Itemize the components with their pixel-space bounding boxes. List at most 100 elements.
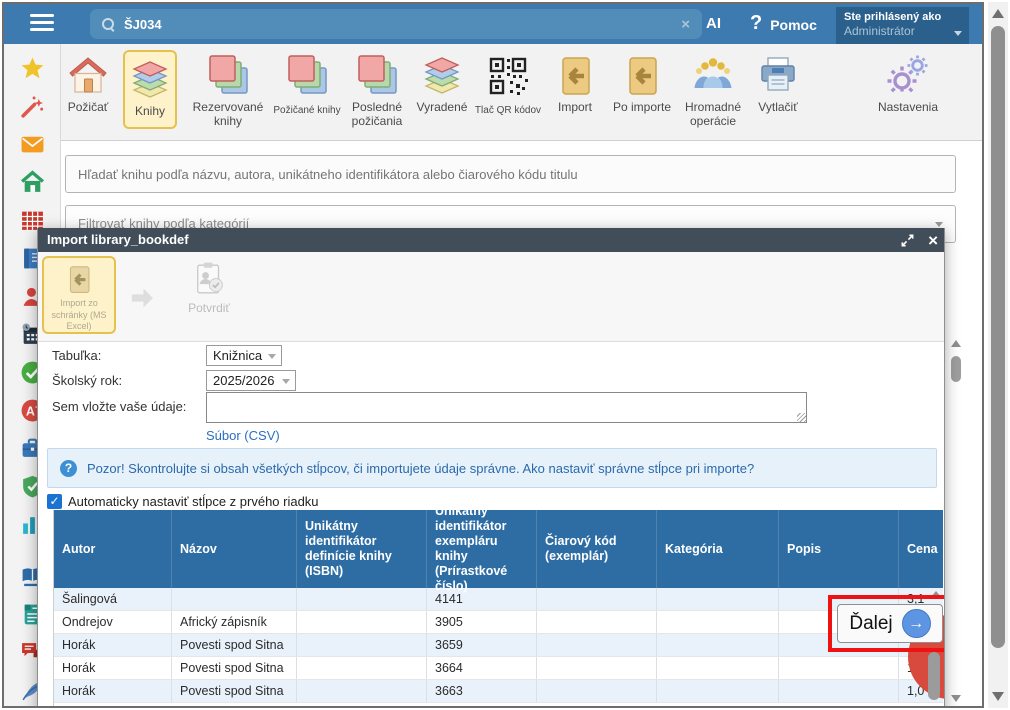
dialog-title: Import library_bookdef <box>47 232 189 247</box>
toolbar-item-vytla-i-[interactable]: Vytlačiť <box>746 54 810 115</box>
page-scrollbar-thumb[interactable] <box>991 26 1005 648</box>
help-button[interactable]: ? Pomoc <box>750 12 817 35</box>
table-cell: Povesti spod Sitna <box>172 634 297 656</box>
table-cell <box>537 611 657 633</box>
toolbar-item-hromadn-oper-cie[interactable]: Hromadné operácie <box>671 54 755 129</box>
page-scrollbar <box>988 2 1008 708</box>
toolbar-item-import[interactable]: Import <box>546 54 604 115</box>
paste-data-textarea[interactable] <box>206 392 807 423</box>
global-search: × <box>90 9 702 39</box>
global-search-input[interactable] <box>124 17 681 32</box>
toolbar-item-posledn-po-i-ania[interactable]: Posledné požičania <box>339 54 415 129</box>
table-cell <box>657 611 779 633</box>
menu-icon[interactable] <box>30 14 54 34</box>
paste-label: Sem vložte vaše údaje: <box>52 399 186 414</box>
home-icon[interactable] <box>20 170 45 195</box>
book-stack-icon <box>206 54 250 98</box>
mail-icon[interactable] <box>20 132 45 157</box>
auto-columns-checkbox-row[interactable]: ✓ Automaticky nastaviť stĺpce z prvého r… <box>47 494 319 509</box>
column-header: Kategória <box>657 510 779 588</box>
import-clipboard-button[interactable]: Import zo schránky (MS Excel) <box>42 256 116 334</box>
table-cell: Povesti spod Sitna <box>172 657 297 679</box>
column-header: Unikátny identifikátor definície knihy (… <box>297 510 427 588</box>
table-row: HorákPovesti spod Sitna36631,0 <box>54 680 943 703</box>
page-scroll-down-icon[interactable] <box>992 692 1004 701</box>
book-layers-icon <box>420 54 464 98</box>
scroll-up-arrow-icon[interactable] <box>951 340 961 347</box>
import-preview-table: AutorNázovUnikátny identifikátor definíc… <box>53 510 943 708</box>
magic-wand-icon[interactable] <box>20 94 45 119</box>
table-row: Ivanová-ŠalingováSlovník cudzích slov414… <box>54 588 943 611</box>
next-button[interactable]: Ďalej → <box>837 604 943 643</box>
toolbar-item-knihy[interactable]: Knihy <box>123 50 177 129</box>
table-cell <box>297 611 427 633</box>
table-cell: Povesti spod Sitna <box>172 680 297 702</box>
table-scrollbar-thumb[interactable] <box>928 652 940 700</box>
toolbar-item-label: Import <box>558 101 592 115</box>
toolbar-item-po-i-an-knihy[interactable]: Požičané knihy <box>266 54 348 117</box>
search-clear-icon[interactable]: × <box>681 16 690 33</box>
column-header: Cena <box>899 510 943 588</box>
schoolyear-select[interactable]: 2025/2026 <box>206 370 296 391</box>
toolbar-item-label: Vytlačiť <box>758 101 797 115</box>
page-scroll-up-icon[interactable] <box>992 9 1004 18</box>
table-cell: Africký zápisník <box>172 611 297 633</box>
search-icon <box>102 18 114 30</box>
expand-icon[interactable] <box>900 232 915 247</box>
app-window: × AI ? Pomoc Ste prihlásený ako Administ… <box>2 2 984 708</box>
schoolyear-label: Školský rok: <box>52 373 122 388</box>
column-header: Názov <box>172 510 297 588</box>
table-cell <box>537 588 657 610</box>
toolbar-item-vyraden-[interactable]: Vyradené <box>409 54 475 115</box>
dialog-toolbar: Import zo schránky (MS Excel) Potvrdiť <box>38 252 945 342</box>
star-icon[interactable] <box>20 56 45 81</box>
warning-text[interactable]: Pozor! Skontrolujte si obsah všetkých st… <box>87 461 754 476</box>
user-menu[interactable]: Ste prihlásený ako Administrátor <box>836 7 969 44</box>
import-warning-banner: ? Pozor! Skontrolujte si obsah všetkých … <box>47 448 937 488</box>
confirm-clipboard-icon <box>190 260 228 298</box>
table-cell <box>537 657 657 679</box>
toolbar-item-tla-qr-k-dov[interactable]: Tlač QR kódov <box>472 54 544 117</box>
chevron-down-icon <box>954 31 962 36</box>
table-cell: Horák <box>54 657 172 679</box>
toolbar-item-po-i-a-[interactable]: Požičať <box>56 54 120 115</box>
table-row-partial <box>54 703 943 708</box>
textarea-resize-grip[interactable] <box>797 413 806 422</box>
table-row: HorákPovesti spod Sitna36641,0 <box>54 657 943 680</box>
chevron-down-icon <box>935 222 943 227</box>
checkbox-checked-icon[interactable]: ✓ <box>47 494 62 509</box>
table-header-row: AutorNázovUnikátny identifikátor definíc… <box>54 510 943 588</box>
toolbar-item-label: Posledné požičania <box>339 101 415 129</box>
toolbar-item-po-importe[interactable]: Po importe <box>603 54 681 115</box>
table-cell <box>779 680 899 702</box>
table-cell: 3905 <box>427 611 537 633</box>
table-cell <box>297 588 427 610</box>
table-select[interactable]: Knižnica <box>206 345 282 366</box>
toolbar-item-label: Požičané knihy <box>273 105 340 117</box>
table-cell <box>779 657 899 679</box>
scroll-down-arrow-icon[interactable] <box>951 695 961 702</box>
book-search-field[interactable] <box>65 155 956 193</box>
module-toolbar: PožičaťKnihyRezervované knihyPožičané kn… <box>61 44 982 141</box>
ai-button[interactable]: AI <box>706 15 721 32</box>
table-cell: Ivanová-Šalingová <box>54 588 172 610</box>
next-button-highlight-annotation: Ďalej → <box>828 595 945 652</box>
toolbar-item-label: Hromadné operácie <box>671 101 755 129</box>
user-role: Administrátor <box>844 24 961 38</box>
column-header: Unikátny identifikátor exempláru knihy (… <box>427 510 537 588</box>
user-menu-label: Ste prihlásený ako <box>844 11 961 23</box>
confirm-button[interactable]: Potvrdiť <box>174 260 244 315</box>
printer-icon <box>756 54 800 98</box>
close-icon[interactable]: × <box>928 229 938 253</box>
content-scrollbar <box>948 334 964 706</box>
column-header: Autor <box>54 510 172 588</box>
table-cell: 3659 <box>427 634 537 656</box>
toolbar-item-nastavenia[interactable]: Nastavenia <box>861 54 955 115</box>
csv-file-link[interactable]: Súbor (CSV) <box>206 428 280 443</box>
toolbar-item-rezervovan-knihy[interactable]: Rezervované knihy <box>183 54 273 129</box>
table-cell <box>537 680 657 702</box>
content-scrollbar-thumb[interactable] <box>951 356 961 382</box>
table-label: Tabuľka: <box>52 348 101 363</box>
book-search-input[interactable] <box>66 156 955 192</box>
import-door-icon <box>620 54 664 98</box>
